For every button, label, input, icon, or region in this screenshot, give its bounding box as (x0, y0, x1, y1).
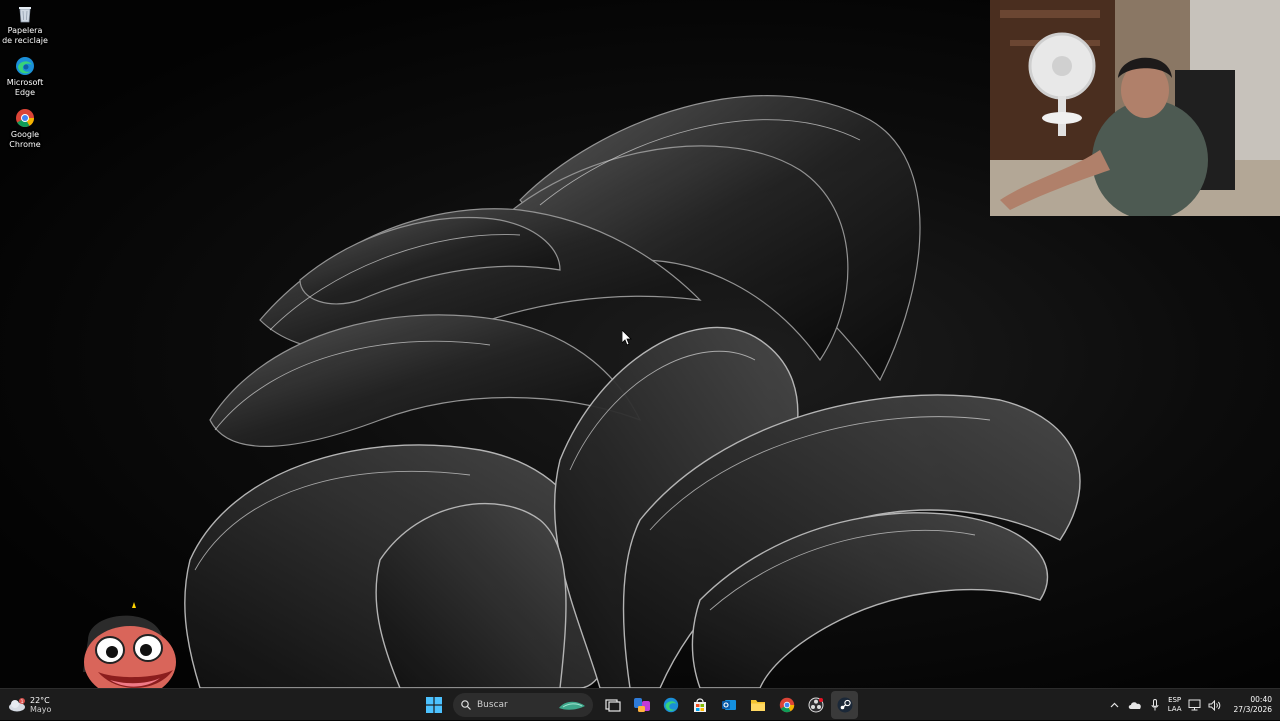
weather-cloud-icon: 1 (9, 698, 25, 712)
taskbar: 1 22°C Mayo Buscar ESP LAA 00:40 27/3/20… (0, 688, 1280, 720)
taskbar-store-button[interactable] (686, 691, 713, 719)
taskbar-obs-button[interactable] (802, 691, 829, 719)
task-view-icon (604, 699, 621, 712)
microphone-icon (1151, 699, 1159, 711)
clock[interactable]: 00:40 27/3/2026 (1234, 695, 1272, 715)
taskbar-steam-button[interactable] (831, 691, 858, 719)
weather-widget[interactable]: 1 22°C Mayo (8, 693, 51, 717)
system-tray: ESP LAA 00:40 27/3/2026 (1108, 689, 1272, 721)
weather-temp: 22°C (30, 696, 50, 705)
desktop-icon-label: Google Chrome (9, 130, 41, 149)
desktop-icon-chrome[interactable]: Google Chrome (2, 108, 48, 150)
taskbar-apps (420, 689, 858, 721)
search-input[interactable] (477, 700, 557, 710)
desktop-icon-edge[interactable]: Microsoft Edge (2, 56, 48, 98)
taskbar-file-explorer-button[interactable] (744, 691, 771, 719)
taskbar-outlook-button[interactable] (715, 691, 742, 719)
chrome-icon (16, 109, 35, 128)
onedrive-button[interactable] (1128, 698, 1142, 712)
desktop-icon-label: Microsoft Edge (6, 78, 44, 97)
windows-start-icon (425, 697, 442, 713)
chevron-up-icon (1110, 702, 1119, 708)
speaker-icon (1208, 699, 1221, 711)
steam-icon (837, 697, 852, 713)
volume-button[interactable] (1208, 698, 1222, 712)
desktop-icon-recycle-bin[interactable]: Papelera de reciclaje (2, 4, 48, 46)
search-icon (461, 700, 471, 710)
obs-icon (808, 697, 823, 713)
network-monitor-icon (1188, 699, 1201, 711)
clock-time: 00:40 (1250, 695, 1272, 704)
task-view-button[interactable] (599, 691, 626, 719)
widgets-icon (633, 698, 650, 712)
taskbar-chrome-button[interactable] (773, 691, 800, 719)
desktop[interactable]: Papelera de reciclaje Microsoft Edge Goo… (0, 0, 1280, 688)
language-indicator[interactable]: ESP LAA (1168, 696, 1182, 714)
file-explorer-icon (750, 700, 765, 711)
store-icon (693, 698, 706, 712)
webcam-overlay (990, 0, 1280, 216)
show-hidden-icons-button[interactable] (1108, 698, 1122, 712)
cloud-icon (1128, 701, 1141, 709)
desktop-icon-label: Papelera de reciclaje (2, 26, 48, 45)
keyboard-layout: LAA (1167, 705, 1182, 713)
search-box[interactable] (453, 693, 593, 717)
chrome-icon (779, 697, 794, 713)
weather-badge: 1 (21, 699, 24, 705)
widgets-button[interactable] (628, 691, 655, 719)
language-code: ESP (1168, 696, 1182, 704)
taskbar-edge-button[interactable] (657, 691, 684, 719)
cartoon-sticker (83, 602, 176, 688)
mouse-cursor-icon (622, 330, 632, 346)
edge-icon (663, 697, 678, 713)
edge-icon (16, 57, 34, 75)
recycle-bin-icon (19, 7, 31, 23)
clock-date: 27/3/2026 (1233, 705, 1272, 714)
weather-text: Mayo (30, 705, 52, 714)
outlook-icon (721, 700, 736, 710)
start-button[interactable] (420, 691, 447, 719)
search-highlight-icon (559, 701, 585, 710)
network-button[interactable] (1188, 698, 1202, 712)
microphone-button[interactable] (1148, 698, 1162, 712)
